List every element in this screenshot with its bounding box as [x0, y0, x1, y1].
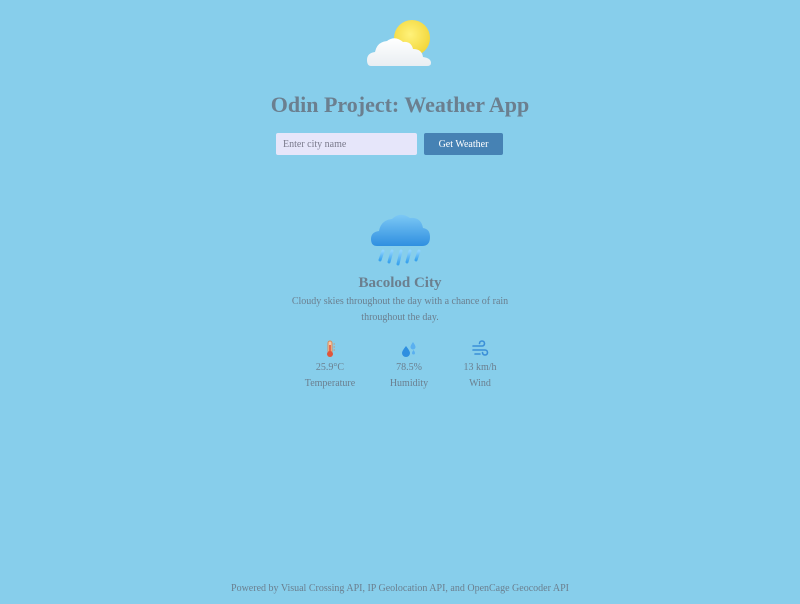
search-form: Get Weather	[276, 133, 536, 155]
partly-cloudy-sun-icon	[367, 20, 431, 66]
wind-stat: 13 km/h Wind	[440, 340, 520, 391]
wind-icon	[472, 340, 489, 356]
page-title: Odin Project: Weather App	[270, 92, 530, 117]
humidity-value: 78.5%	[396, 362, 422, 373]
humidity-label: Humidity	[389, 378, 429, 389]
wind-label: Wind	[469, 378, 491, 389]
get-weather-button[interactable]: Get Weather	[424, 133, 503, 155]
humidity-stat: 78.5% Humidity	[369, 340, 449, 391]
city-search-input[interactable]	[276, 133, 417, 155]
weather-app-page: Odin Project: Weather App Get Weather Ba…	[0, 0, 800, 604]
weather-description: Cloudy skies throughout the day with a c…	[291, 296, 509, 323]
wind-value: 13 km/h	[463, 362, 497, 373]
city-name: Bacolod City	[358, 275, 442, 291]
rain-cloud-icon	[371, 214, 430, 266]
temperature-label: Temperature	[304, 378, 356, 389]
humidity-drops-icon	[402, 342, 416, 357]
footer-attribution: Powered by Visual Crossing API, IP Geolo…	[231, 583, 569, 594]
temperature-stat: 25.9°C Temperature	[290, 340, 370, 391]
temperature-value: 25.9°C	[315, 362, 345, 373]
thermometer-icon	[327, 340, 335, 357]
